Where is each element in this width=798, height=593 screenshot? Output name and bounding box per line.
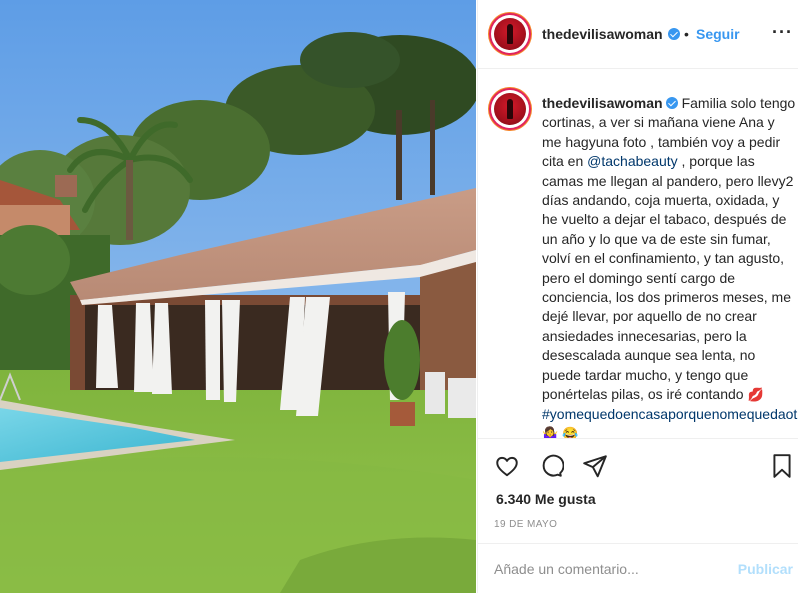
verified-badge-icon xyxy=(665,97,678,109)
paper-plane-icon[interactable] xyxy=(582,453,608,482)
mention-link[interactable]: @tachabeauty xyxy=(587,153,678,169)
shrug-emoji: 🤷‍♀️ xyxy=(542,425,559,438)
laughing-emoji: 😂 xyxy=(562,425,579,438)
profile-avatar[interactable] xyxy=(491,15,529,53)
post-date[interactable]: 19 DE MAYO xyxy=(494,519,557,530)
verified-badge-icon xyxy=(668,28,680,40)
post-actions: 6.340 Me gusta 19 DE MAYO xyxy=(478,438,798,560)
header-separator: • xyxy=(684,26,689,42)
publish-button[interactable]: Publicar xyxy=(738,561,793,577)
comment-input[interactable] xyxy=(494,557,724,581)
post-header: thedevilisawoman • Seguir ··· xyxy=(478,0,798,69)
likes-count[interactable]: 6.340 Me gusta xyxy=(496,491,596,507)
post-photo xyxy=(0,0,476,593)
caption-area: thedevilisawoman Familia solo tengo corti… xyxy=(478,70,798,438)
bookmark-icon[interactable] xyxy=(770,453,794,482)
caption-text: thedevilisawoman Familia solo tengo corti… xyxy=(542,94,798,438)
comment-bar: Publicar xyxy=(478,543,798,593)
post-side-panel: thedevilisawoman • Seguir ··· thedevilis… xyxy=(477,0,798,593)
more-options-icon[interactable]: ··· xyxy=(772,22,793,43)
follow-button[interactable]: Seguir xyxy=(696,26,740,42)
caption-text-part-2: , porque las camas me llegan al pandero,… xyxy=(542,153,794,403)
post-image xyxy=(0,0,476,593)
hashtag-link[interactable]: #yomequedoencasaporquenomequedaotra xyxy=(542,406,798,422)
heart-icon[interactable] xyxy=(494,453,520,482)
avatar-image xyxy=(494,18,526,50)
caption-username[interactable]: thedevilisawoman xyxy=(542,95,663,111)
avatar-image xyxy=(494,93,526,125)
header-username[interactable]: thedevilisawoman xyxy=(542,26,663,42)
caption-avatar[interactable] xyxy=(491,90,529,128)
comment-icon[interactable] xyxy=(538,453,565,482)
kiss-emoji: 💋 xyxy=(747,387,764,403)
